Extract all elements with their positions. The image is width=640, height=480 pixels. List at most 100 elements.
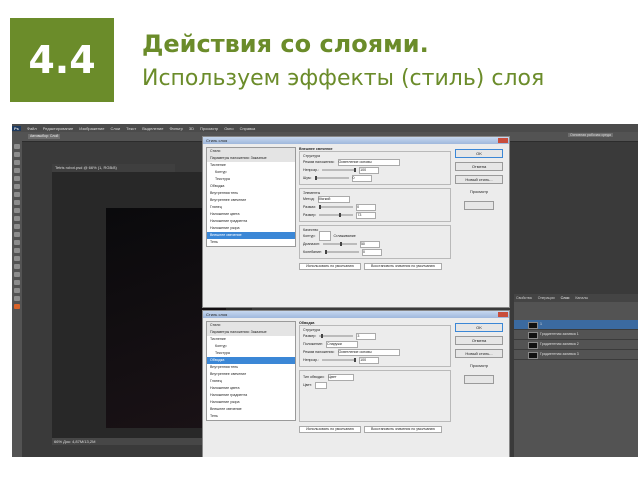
position-select[interactable]: Снаружи — [326, 340, 358, 348]
opacity-field[interactable]: 100 — [359, 166, 380, 174]
style-item[interactable]: Тиснение — [207, 336, 295, 343]
style-item[interactable]: Наложение узора — [207, 225, 295, 232]
style-item[interactable]: Тиснение — [207, 162, 295, 169]
opacity-slider[interactable] — [322, 168, 357, 172]
style-item[interactable]: Наложение градиента — [207, 218, 295, 225]
range-field[interactable]: 50 — [359, 240, 380, 248]
ok-button[interactable]: OK — [455, 323, 503, 332]
document-tab[interactable]: Tetris robot.psd @ 66% (1, RGB/8) — [52, 164, 175, 172]
style-item[interactable]: Внешнее свечение — [207, 406, 295, 413]
style-item[interactable]: Параметры наложения: Заказные — [207, 329, 295, 336]
style-item[interactable]: Тень — [207, 239, 295, 246]
style-item[interactable]: Параметры наложения: Заказные — [207, 155, 295, 162]
style-item[interactable]: Внутренняя тень — [207, 190, 295, 197]
opacity-field[interactable]: 100 — [359, 356, 380, 364]
cancel-button[interactable]: Отмена — [455, 336, 503, 345]
eraser-tool-icon[interactable] — [14, 224, 20, 229]
lasso-tool-icon[interactable] — [14, 160, 20, 165]
menu-window[interactable]: Окно — [224, 126, 233, 131]
spread-field[interactable]: 0 — [356, 203, 377, 211]
blend-mode-select[interactable]: Осветление основы — [337, 348, 400, 356]
opacity-slider[interactable] — [322, 358, 357, 362]
healing-tool-icon[interactable] — [14, 192, 20, 197]
menu-layers[interactable]: Слои — [110, 126, 120, 131]
style-item[interactable]: Глянец — [207, 204, 295, 211]
style-item[interactable]: Наложение цвета — [207, 385, 295, 392]
pen-tool-icon[interactable] — [14, 256, 20, 261]
style-item[interactable]: Стили — [207, 322, 295, 329]
workspace-select[interactable]: Основная рабочая среда — [568, 133, 613, 137]
tab-properties[interactable]: Свойства — [514, 296, 532, 300]
eyedropper-tool-icon[interactable] — [14, 184, 20, 189]
method-select[interactable]: Мягкий — [317, 195, 350, 203]
foreground-color-swatch[interactable] — [14, 304, 20, 309]
crop-tool-icon[interactable] — [14, 176, 20, 181]
spread-slider[interactable] — [319, 205, 354, 209]
noise-field[interactable]: 0 — [351, 174, 372, 182]
layer-row[interactable]: 1 — [514, 320, 638, 330]
style-item[interactable]: Контур — [207, 343, 295, 350]
ok-button[interactable]: OK — [455, 149, 503, 158]
style-item[interactable]: Текстура — [207, 350, 295, 357]
make-default-button[interactable]: Использовать по умолчанию — [299, 262, 361, 270]
history-brush-tool-icon[interactable] — [14, 216, 20, 221]
style-item[interactable]: Внутреннее свечение — [207, 371, 295, 378]
color-swatch[interactable] — [315, 381, 328, 389]
new-style-button[interactable]: Новый стиль... — [455, 349, 503, 358]
menu-text[interactable]: Текст — [126, 126, 136, 131]
jitter-field[interactable]: 0 — [362, 248, 383, 256]
quick-select-tool-icon[interactable] — [14, 168, 20, 173]
style-item[interactable]: Стили — [207, 148, 295, 155]
layer-row[interactable]: Градиентная заливка 3 — [514, 350, 638, 360]
menu-select[interactable]: Выделение — [142, 126, 163, 131]
style-item[interactable]: Внешнее свечение — [207, 232, 295, 239]
style-item[interactable]: Тень — [207, 413, 295, 420]
layer-row[interactable]: Градиентная заливка 1 — [514, 330, 638, 340]
style-item[interactable]: Внутреннее свечение — [207, 197, 295, 204]
menu-edit[interactable]: Редактирование — [43, 126, 73, 131]
size-slider[interactable] — [319, 334, 354, 338]
blend-mode-select[interactable]: Осветление основы — [337, 158, 400, 166]
contour-picker[interactable] — [318, 231, 331, 241]
close-icon[interactable] — [498, 138, 508, 143]
reset-default-button[interactable]: Восстановить значения по умолчанию — [364, 262, 442, 270]
size-slider[interactable] — [319, 213, 354, 217]
zoom-tool-icon[interactable] — [14, 296, 20, 301]
tab-actions[interactable]: Операции — [536, 296, 555, 300]
tab-layers[interactable]: Слои — [559, 296, 570, 300]
size-field[interactable]: 73 — [356, 211, 377, 219]
antialias-checkbox[interactable]: Сглаживание — [334, 234, 356, 238]
hand-tool-icon[interactable] — [14, 288, 20, 293]
menu-file[interactable]: Файл — [27, 126, 37, 131]
range-slider[interactable] — [322, 242, 357, 246]
tab-channels[interactable]: Каналы — [573, 296, 588, 300]
brush-tool-icon[interactable] — [14, 200, 20, 205]
preview-checkbox[interactable]: Просмотр — [455, 188, 503, 195]
dodge-tool-icon[interactable] — [14, 248, 20, 253]
noise-slider[interactable] — [314, 176, 349, 180]
close-icon[interactable] — [498, 312, 508, 317]
gradient-tool-icon[interactable] — [14, 232, 20, 237]
style-item[interactable]: Обводка — [207, 183, 295, 190]
preview-checkbox[interactable]: Просмотр — [455, 362, 503, 369]
style-item[interactable]: Контур — [207, 169, 295, 176]
style-item[interactable]: Наложение градиента — [207, 392, 295, 399]
marquee-tool-icon[interactable] — [14, 152, 20, 157]
style-item[interactable]: Наложение цвета — [207, 211, 295, 218]
shape-tool-icon[interactable] — [14, 280, 20, 285]
move-tool-icon[interactable] — [14, 144, 20, 149]
path-select-tool-icon[interactable] — [14, 272, 20, 277]
menu-image[interactable]: Изображение — [79, 126, 104, 131]
jitter-slider[interactable] — [325, 250, 360, 254]
style-item[interactable]: Текстура — [207, 176, 295, 183]
menu-help[interactable]: Справка — [240, 126, 256, 131]
fill-type-select[interactable]: Цвет — [327, 373, 354, 381]
stamp-tool-icon[interactable] — [14, 208, 20, 213]
style-item[interactable]: Наложение узора — [207, 399, 295, 406]
style-item[interactable]: Обводка — [207, 357, 295, 364]
new-style-button[interactable]: Новый стиль... — [455, 175, 503, 184]
style-item[interactable]: Глянец — [207, 378, 295, 385]
cancel-button[interactable]: Отмена — [455, 162, 503, 171]
blur-tool-icon[interactable] — [14, 240, 20, 245]
style-item[interactable]: Внутренняя тень — [207, 364, 295, 371]
